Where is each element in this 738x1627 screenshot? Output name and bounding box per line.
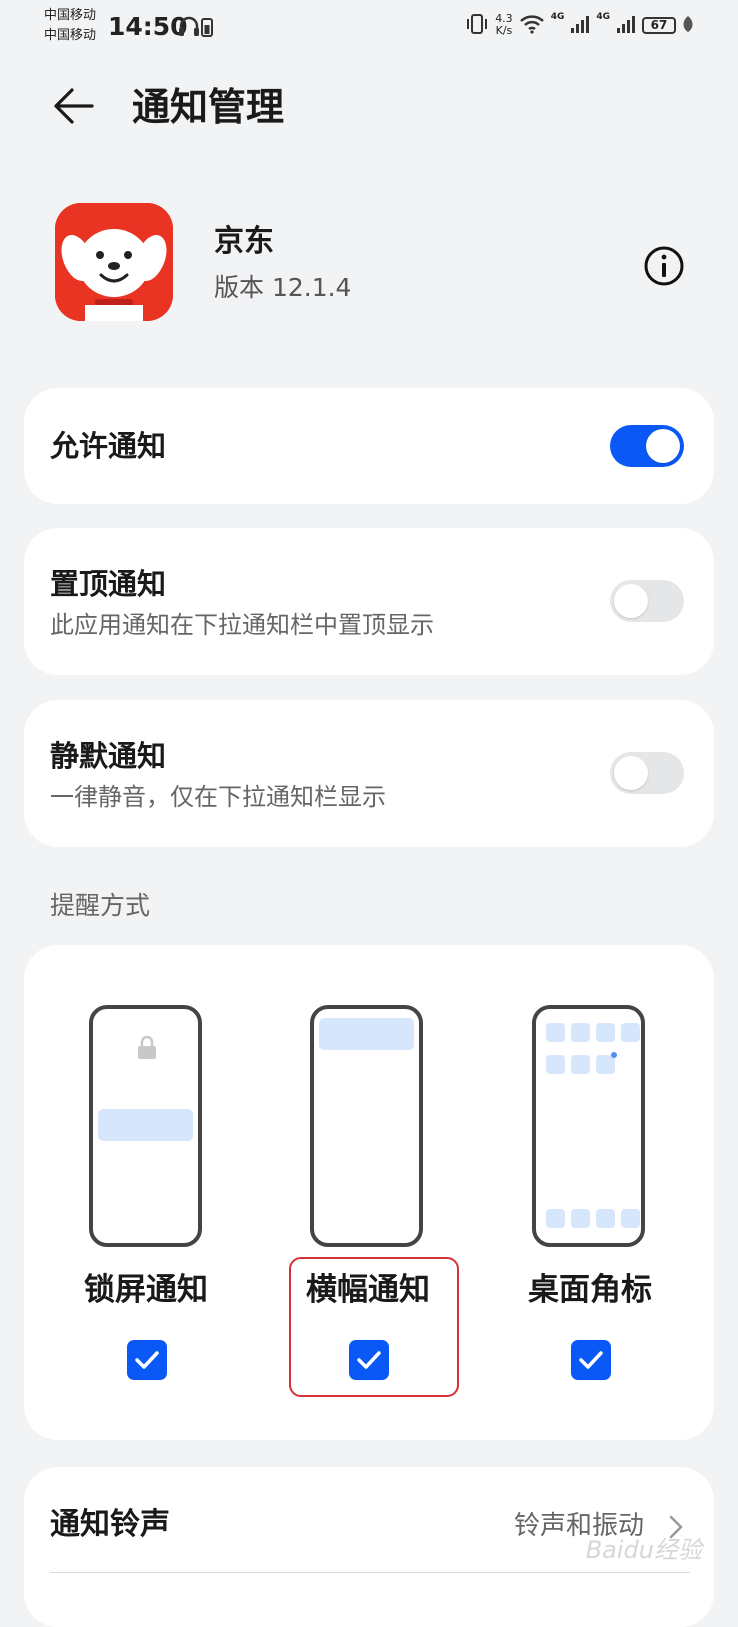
ringtone-label: 通知铃声 bbox=[50, 1507, 170, 1542]
carrier-2: 中国移动 bbox=[44, 28, 97, 43]
app-version: 版本 12.1.4 bbox=[214, 273, 352, 302]
toggle-knob bbox=[614, 756, 648, 790]
toggle-knob bbox=[646, 429, 680, 463]
lockscreen-checkbox[interactable] bbox=[127, 1340, 167, 1380]
app-icon-shape bbox=[546, 1023, 565, 1042]
network-type-1: 4G bbox=[550, 12, 565, 22]
option-label-lockscreen: 锁屏通知 bbox=[84, 1272, 208, 1308]
dock-icon-shape bbox=[596, 1209, 615, 1228]
app-name: 京东 bbox=[214, 224, 274, 259]
divider bbox=[50, 1572, 690, 1573]
wifi-icon bbox=[519, 14, 545, 37]
app-icon-shape bbox=[546, 1055, 565, 1074]
vibrate-icon bbox=[465, 13, 489, 38]
lockscreen-preview[interactable] bbox=[89, 1005, 202, 1247]
app-icon-shape bbox=[571, 1023, 590, 1042]
silent-notification-label: 静默通知 bbox=[50, 739, 167, 773]
pin-notification-desc: 此应用通知在下拉通知栏中置顶显示 bbox=[50, 611, 434, 639]
network-speed-unit: K/s bbox=[495, 24, 513, 37]
notification-banner-shape bbox=[98, 1109, 193, 1141]
silent-notification-desc: 一律静音，仅在下拉通知栏显示 bbox=[50, 783, 386, 811]
option-label-badge: 桌面角标 bbox=[528, 1272, 652, 1308]
app-icon-shape bbox=[596, 1023, 615, 1042]
banner-preview[interactable] bbox=[310, 1005, 423, 1247]
allow-notification-toggle[interactable] bbox=[610, 425, 684, 467]
pin-notification-label: 置顶通知 bbox=[50, 567, 167, 601]
leaf-icon bbox=[682, 15, 694, 36]
carrier-1: 中国移动 bbox=[44, 8, 97, 23]
page-title: 通知管理 bbox=[132, 85, 285, 129]
dock-icon-shape bbox=[546, 1209, 565, 1228]
notification-banner-shape bbox=[319, 1018, 414, 1050]
arrow-left-icon bbox=[52, 88, 96, 132]
info-icon bbox=[642, 246, 686, 292]
app-info-button[interactable] bbox=[642, 244, 686, 288]
pin-notification-toggle[interactable] bbox=[610, 580, 684, 622]
network-speed: 4.3 K/s bbox=[495, 13, 513, 37]
app-icon-shape bbox=[571, 1055, 590, 1074]
signal-icon-2 bbox=[616, 14, 636, 37]
app-icon-shape bbox=[621, 1023, 640, 1042]
watermark: Baidu经验 bbox=[585, 1536, 702, 1564]
checkmark-icon bbox=[135, 1351, 159, 1369]
checkmark-icon bbox=[579, 1351, 603, 1369]
dock-icon-shape bbox=[571, 1209, 590, 1228]
dock-icon-shape bbox=[621, 1209, 640, 1228]
highlight-box bbox=[289, 1257, 459, 1397]
badge-dot bbox=[611, 1052, 617, 1058]
battery-indicator: 67 bbox=[642, 16, 676, 34]
section-label-reminder: 提醒方式 bbox=[50, 891, 151, 920]
headphone-battery-icon bbox=[178, 14, 214, 38]
signal-icon-1 bbox=[570, 14, 590, 37]
toggle-knob bbox=[614, 584, 648, 618]
back-button[interactable] bbox=[52, 84, 96, 128]
network-type-2: 4G bbox=[596, 12, 610, 22]
status-time: 14:50 bbox=[108, 12, 188, 41]
allow-notification-label: 允许通知 bbox=[50, 429, 167, 463]
badge-preview[interactable] bbox=[532, 1005, 645, 1247]
status-icons: 4.3 K/s 4G 4G 67 bbox=[465, 10, 694, 40]
badge-checkbox[interactable] bbox=[571, 1340, 611, 1380]
silent-notification-toggle[interactable] bbox=[610, 752, 684, 794]
lock-icon bbox=[137, 1035, 157, 1063]
app-icon bbox=[55, 203, 173, 321]
